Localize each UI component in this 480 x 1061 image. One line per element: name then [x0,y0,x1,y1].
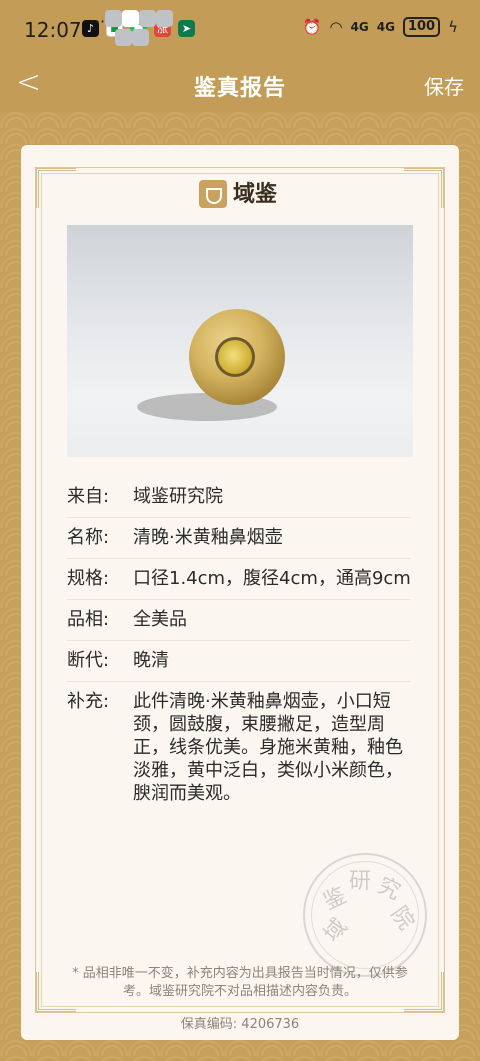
carousel-dot[interactable] [105,10,123,27]
notification-icons: ♪ ■ ● 涨 ➤ ··· [82,10,195,46]
snuff-bottle-image [137,309,285,421]
frame-corner [404,168,444,208]
wifi-icon: ◠ [329,18,343,36]
info-row: 断代: 晚清 [67,641,411,682]
item-photo[interactable] [67,225,413,457]
info-row: 来自: 域鉴研究院 [67,477,411,518]
info-label: 名称: [67,527,110,548]
battery-icon: 100 [402,17,441,37]
alarm-icon: ⏰ [302,18,322,36]
info-row: 品相: 全美品 [67,600,411,641]
info-value: 域鉴研究院 [133,486,223,507]
carousel-dot[interactable] [139,10,157,27]
seal-char: 研 [349,869,372,894]
info-label: 来自: [67,486,110,507]
logo-text: 域鉴 [233,181,278,207]
status-right: ⏰ ◠ 4G 4G 100 ϟ [303,17,458,37]
seal-char: 域 [319,914,353,948]
status-time: 12:07 [24,18,82,42]
more-icon: ··· [82,10,181,46]
carousel-dot[interactable] [114,29,132,46]
charging-icon: ϟ [448,18,458,36]
info-row: 补充: 此件清晚·米黄釉鼻烟壶，小口短颈，圆鼓腹，束腰撇足，造型周正，线条优美。身… [67,682,411,814]
nav-bar: < 鉴真报告 保存 [0,58,480,112]
carousel-dot[interactable] [156,10,174,27]
save-button[interactable]: 保存 [424,71,464,100]
certificate-card: 域鉴 来自: 域鉴研究院 名称: 清晚·米黄釉鼻烟壶 规格: 口径1.4cm，腹径4cm [21,145,459,1040]
info-value: 此件清晚·米黄釉鼻烟壶，小口短颈，圆鼓腹，束腰撇足，造型周正，线条优美。身施米黄… [133,691,403,804]
info-row: 规格: 口径1.4cm，腹径4cm，通高9cm [67,559,411,600]
carousel-dot[interactable] [122,10,140,27]
brand-logo: 域鉴 [199,177,277,211]
info-value: 全美品 [133,609,187,630]
seal-char: 鉴 [319,883,351,916]
status-bar: 12:07 ♪ ■ ● 涨 ➤ ··· ⏰ ◠ 4G 4G 100 ϟ [0,0,480,58]
disclaimer-note: * 品相非唯一不变，补充内容为出具报告当时情况，仅供参考。域鉴研究院不对品相描述… [72,966,408,999]
info-row: 名称: 清晚·米黄釉鼻烟壶 [67,518,411,559]
seal-char: 究 [373,873,405,906]
carousel-dot[interactable] [131,29,149,46]
info-value: 清晚·米黄釉鼻烟壶 [133,527,283,548]
signal-icon: 4G [376,20,395,34]
info-list: 来自: 域鉴研究院名称: 清晚·米黄釉鼻烟壶规格: 口径1.4cm，腹径4cm，通高9… [67,477,411,814]
info-value: 口径1.4cm，腹径4cm，通高9cm [133,568,411,589]
info-value: 晚清 [133,650,169,671]
info-label: 规格: [67,568,110,589]
info-label: 补充: [67,691,110,712]
certification-seal: 域 鉴 研 究 院 [303,853,427,977]
page-title: 鉴真报告 [193,76,286,101]
authenticity-code: 保真编码: 4206736 [180,1017,300,1032]
logo-icon [199,180,227,208]
top-bar: 12:07 ♪ ■ ● 涨 ➤ ··· ⏰ ◠ 4G 4G 100 ϟ < 鉴真… [0,0,480,112]
info-label: 断代: [67,650,110,671]
signal-icon: 4G [350,20,369,34]
info-label: 品相: [67,609,110,630]
frame-corner [36,168,76,208]
